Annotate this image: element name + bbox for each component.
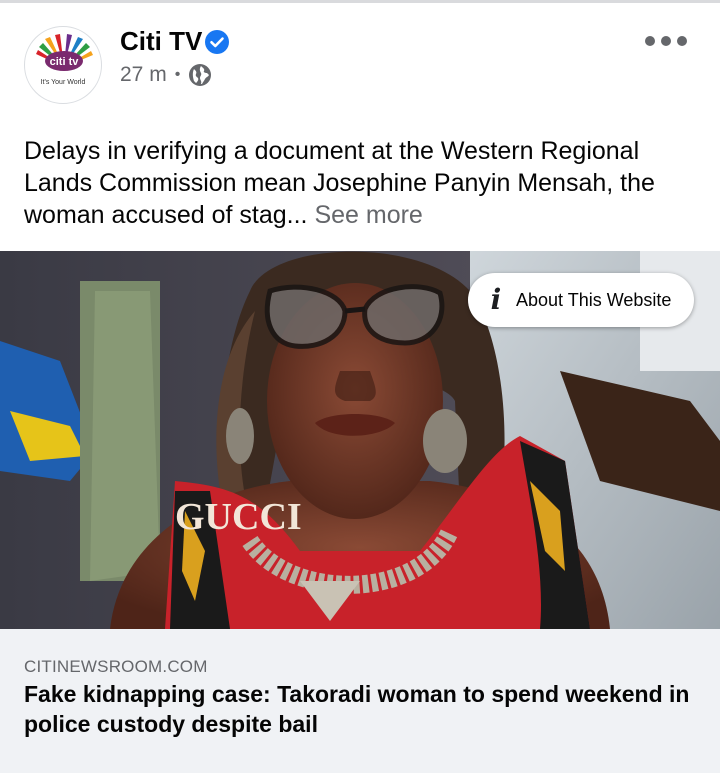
more-dot [661, 36, 671, 46]
post-image[interactable]: GUCCI i About This Website [0, 251, 720, 629]
page-avatar[interactable]: citi tv It's Your World [24, 26, 102, 104]
info-icon: i [490, 283, 502, 316]
link-preview[interactable]: CITINEWSROOM.COM Fake kidnapping case: T… [0, 629, 720, 773]
post-caption: Delays in verifying a document at the We… [24, 135, 696, 231]
verified-badge-icon [205, 30, 229, 54]
logo-tagline: It's Your World [40, 79, 86, 86]
globe-icon[interactable] [188, 63, 212, 87]
about-this-website-button[interactable]: i About This Website [468, 273, 694, 327]
page-name[interactable]: Citi TV [120, 26, 202, 57]
see-more-link[interactable]: See more [314, 201, 422, 229]
meta-separator: • [174, 66, 181, 83]
more-dot [645, 36, 655, 46]
logo-text: citi tv [50, 56, 80, 68]
link-headline[interactable]: Fake kidnapping case: Takoradi woman to … [24, 679, 696, 739]
post-timestamp[interactable]: 27 m [120, 63, 167, 87]
post-meta: 27 m • [120, 62, 212, 88]
more-options-icon[interactable] [645, 28, 687, 54]
about-this-website-label: About This Website [516, 289, 672, 310]
more-dot [677, 36, 687, 46]
shirt-print-text: GUCCI [175, 496, 302, 538]
facebook-post: citi tv It's Your World Citi TV 27 m • D… [0, 0, 720, 773]
link-domain: CITINEWSROOM.COM [24, 657, 208, 676]
citi-tv-logo: citi tv [36, 34, 93, 71]
post-header: citi tv It's Your World Citi TV 27 m • [0, 0, 720, 118]
